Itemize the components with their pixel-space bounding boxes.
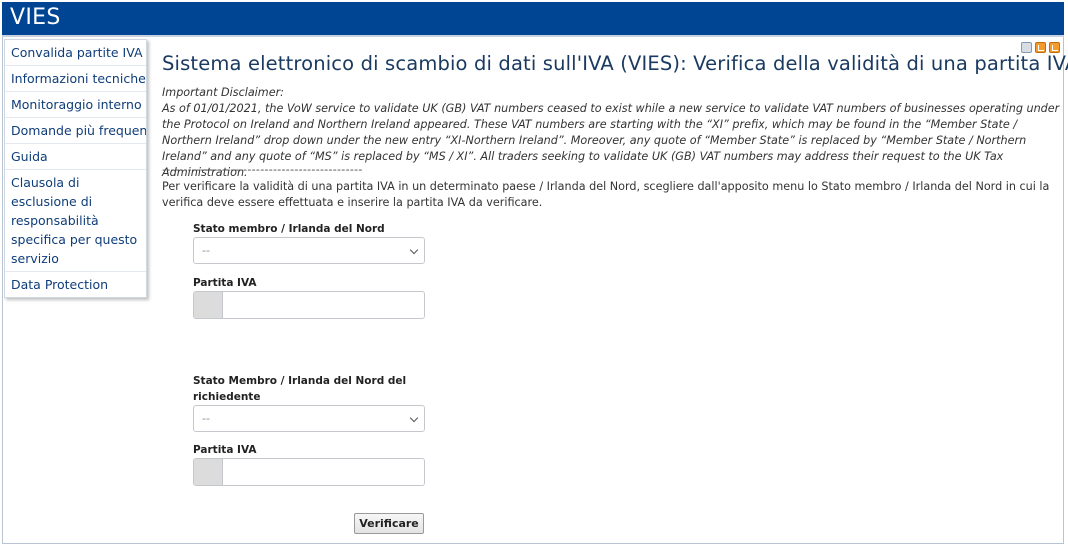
country-prefix-box xyxy=(194,292,223,318)
requester-vat-input[interactable] xyxy=(224,459,424,485)
sidebar-item-informazioni-tecniche[interactable]: Informazioni tecniche xyxy=(5,66,146,92)
requester-state-label-line1: Stato Membro / Irlanda del Nord del xyxy=(193,375,407,387)
requester-vat-field[interactable] xyxy=(193,458,425,486)
header-bar: VIES xyxy=(2,2,1064,37)
page-title: Sistema elettronico di scambio di dati s… xyxy=(162,52,1068,75)
chevron-down-icon xyxy=(409,413,419,423)
vat-number-field[interactable] xyxy=(193,291,425,319)
page-frame xyxy=(2,2,1064,544)
requester-vat-label: Partita IVA xyxy=(193,444,257,456)
member-state-select[interactable]: -- xyxy=(193,237,425,264)
sidebar-item-data-protection[interactable]: Data Protection xyxy=(5,272,146,297)
member-state-selected-value: -- xyxy=(202,244,210,257)
chevron-down-icon xyxy=(409,245,419,255)
vat-number-input[interactable] xyxy=(224,292,424,318)
instruction-text: Per verificare la validità di una partit… xyxy=(162,180,1050,209)
sidebar-item-guida[interactable]: Guida xyxy=(5,144,146,170)
sidebar-item-faq[interactable]: Domande più frequenti xyxy=(5,118,146,144)
sidebar-item-disclaimer[interactable]: Clausola di esclusione di responsabilità… xyxy=(5,170,146,272)
member-state-label: Stato membro / Irlanda del Nord xyxy=(193,223,385,235)
separator-line: ----------------------------------------… xyxy=(162,163,363,176)
sidebar-menu: Convalida partite IVA Informazioni tecni… xyxy=(4,39,147,298)
requester-state-selected-value: -- xyxy=(202,412,210,425)
requester-state-label-line2: richiedente xyxy=(193,391,261,403)
requester-country-prefix-box xyxy=(194,459,223,485)
disclaimer-heading: Important Disclaimer: xyxy=(162,86,284,99)
vat-number-label: Partita IVA xyxy=(193,277,257,289)
verify-button[interactable]: Verificare xyxy=(354,513,424,534)
sidebar-item-convalida[interactable]: Convalida partite IVA xyxy=(5,40,146,66)
app-title: VIES xyxy=(10,5,61,30)
requester-state-select[interactable]: -- xyxy=(193,405,425,432)
requester-state-label: Stato Membro / Irlanda del Nord del rich… xyxy=(193,373,406,405)
sidebar-item-monitoraggio[interactable]: Monitoraggio interno xyxy=(5,92,146,118)
